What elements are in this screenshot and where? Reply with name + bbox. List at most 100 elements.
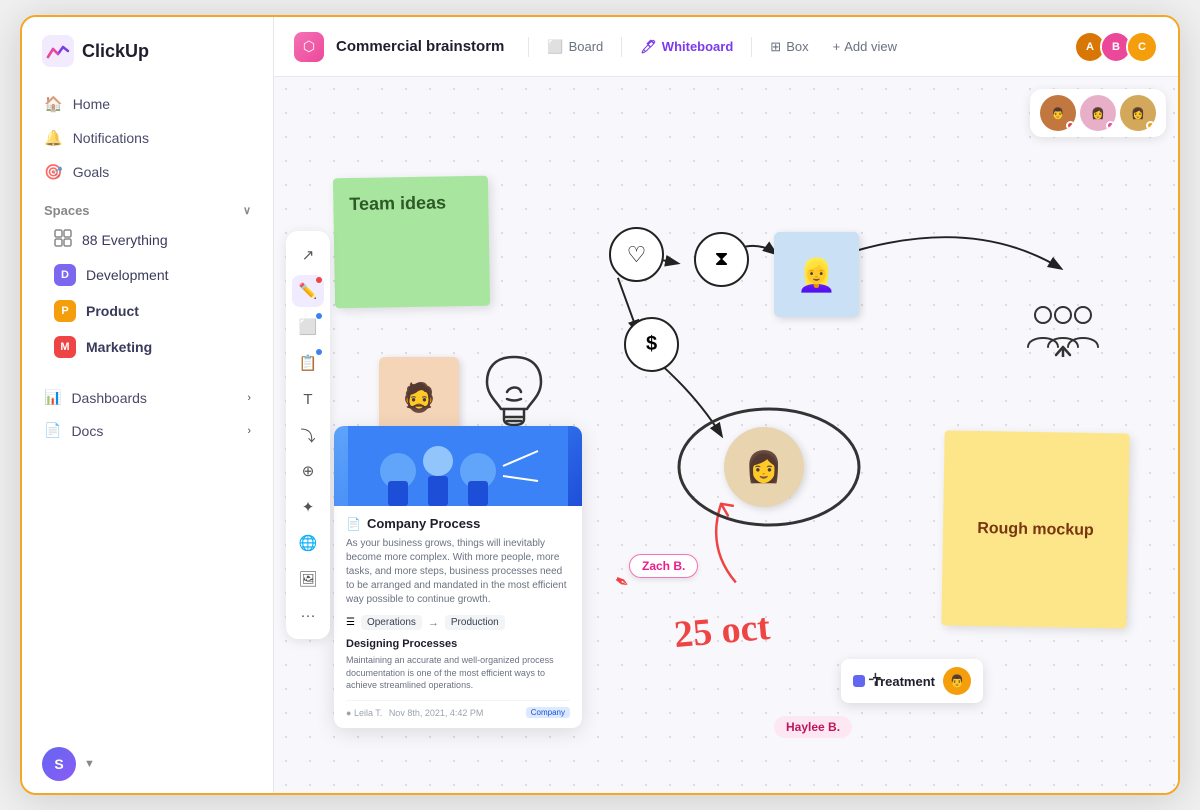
tab-box[interactable]: ⊞ Box — [760, 34, 818, 60]
user1-status-dot — [1066, 121, 1075, 130]
card-title-row: 📄 Company Process — [346, 516, 570, 531]
app-container: ClickUp 🏠 Home 🔔 Notifications 🎯 Goals S… — [20, 15, 1180, 795]
tab-whiteboard[interactable]: 🖊 Whiteboard — [630, 34, 743, 60]
mind-map-tool[interactable]: ⊕ — [292, 455, 324, 487]
card-badge: Company — [526, 707, 570, 718]
pencil-annotation: ✒ — [610, 570, 634, 596]
whiteboard-tab-icon: 🖊 — [640, 39, 657, 55]
card-sub-description: Maintaining an accurate and well-organiz… — [346, 654, 570, 692]
person-photo-2: 👱‍♀️ — [774, 232, 859, 317]
topbar: ⬡ Commercial brainstorm ⬜ Board 🖊 Whiteb… — [274, 17, 1178, 77]
tab-divider-3 — [751, 37, 752, 57]
user2-status-dot — [1106, 121, 1115, 130]
globe-tool[interactable]: 🌐 — [292, 527, 324, 559]
dashboards-chevron-icon: › — [247, 392, 251, 404]
development-dot: D — [54, 264, 76, 286]
view-tabs: ⬜ Board 🖊 Whiteboard ⊞ Box + Add view — [524, 34, 907, 60]
image-tool[interactable]: 🖼 — [292, 563, 324, 595]
draw-tool-indicator — [316, 277, 322, 283]
online-users-panel: 👨 👩 👩 — [1030, 89, 1166, 137]
sidebar-item-notifications[interactable]: 🔔 Notifications — [32, 121, 263, 155]
card-body: 📄 Company Process As your business grows… — [334, 506, 582, 728]
flow-arrow-icon: → — [428, 617, 439, 629]
user-profile-area[interactable]: S ▼ — [22, 735, 273, 793]
sidebar-item-everything[interactable]: 88 Everything — [32, 222, 263, 257]
tab-divider-2 — [621, 37, 622, 57]
dollar-icon-circle: $ — [624, 317, 679, 372]
main-area: ⬡ Commercial brainstorm ⬜ Board 🖊 Whiteb… — [274, 17, 1178, 793]
user-avatar[interactable]: S — [42, 747, 76, 781]
dashboards-icon: 📊 — [44, 389, 61, 406]
user3-status-dot — [1146, 121, 1155, 130]
tab-board[interactable]: ⬜ Board — [537, 34, 613, 60]
card-flow: ☰ Operations → Production — [346, 615, 570, 630]
text-tool[interactable]: T — [292, 383, 324, 415]
drawing-toolbar: ↗ ✏️ ⬜ 📋 T ⤵ ⊕ ✦ 🌐 🖼 ··· — [286, 231, 330, 639]
connector-tool[interactable]: ⤵ — [292, 419, 324, 451]
home-icon: 🏠 — [44, 95, 63, 113]
sidebar-item-goals[interactable]: 🎯 Goals — [32, 155, 263, 189]
project-title: Commercial brainstorm — [336, 38, 504, 55]
date-annotation: 25 oct — [672, 605, 772, 657]
collaborators-avatars: A B C — [1074, 31, 1158, 63]
docs-icon: 📄 — [44, 422, 61, 439]
sticky-note-rough-mockup[interactable]: Rough mockup — [941, 430, 1129, 628]
clickup-logo-icon — [42, 35, 74, 67]
add-view-button[interactable]: + Add view — [823, 34, 907, 59]
sidebar-item-development[interactable]: D Development — [32, 257, 263, 293]
sidebar-item-marketing[interactable]: M Marketing — [32, 329, 263, 365]
sticky-tool[interactable]: 📋 — [292, 347, 324, 379]
more-tool[interactable]: ··· — [292, 599, 324, 631]
spaces-list: 88 Everything D Development P Product M … — [22, 222, 273, 365]
marketing-dot: M — [54, 336, 76, 358]
cursor-tool[interactable]: ↗ — [292, 239, 324, 271]
author-dot: ● — [346, 708, 354, 718]
card-doc-icon: 📄 — [346, 517, 361, 531]
process-card[interactable]: 📄 Company Process As your business grows… — [334, 426, 582, 728]
tab-divider — [528, 37, 529, 57]
bell-icon: 🔔 — [44, 129, 63, 147]
sidebar-item-dashboards[interactable]: 📊 Dashboards › — [32, 381, 263, 414]
flow-to: Production — [445, 615, 505, 630]
spaces-section-header: Spaces ∨ — [22, 193, 273, 222]
sidebar-item-docs[interactable]: 📄 Docs › — [32, 414, 263, 447]
logo-text: ClickUp — [82, 41, 149, 62]
online-user-1: 👨 — [1040, 95, 1076, 131]
board-tab-icon: ⬜ — [547, 39, 563, 55]
treatment-avatar: 👨 — [943, 667, 971, 695]
person-photo-1: 🧔 — [379, 357, 459, 437]
treatment-box[interactable]: Treatment 👨 — [841, 659, 983, 703]
list-icon: ☰ — [346, 617, 355, 628]
online-user-2: 👩 — [1080, 95, 1116, 131]
card-description: As your business grows, things will inev… — [346, 537, 570, 607]
treatment-color-dot — [853, 675, 865, 687]
card-author: ● Leila T. Nov 8th, 2021, 4:42 PM — [346, 708, 483, 718]
flow-from: Operations — [361, 615, 422, 630]
persons-group-icon — [1023, 297, 1103, 362]
sticky-note-team-ideas[interactable]: Team ideas — [333, 176, 490, 309]
heart-icon-circle: ♡ — [609, 227, 664, 282]
user-chevron-icon: ▼ — [84, 758, 95, 770]
move-cursor-icon: ⊹ — [868, 669, 883, 690]
card-footer: ● Leila T. Nov 8th, 2021, 4:42 PM Compan… — [346, 700, 570, 718]
shapes-indicator — [316, 313, 322, 319]
sidebar-bottom-nav: 📊 Dashboards › 📄 Docs › — [22, 377, 273, 451]
card-sub-title: Designing Processes — [346, 638, 570, 650]
collaborator-avatar-3: C — [1126, 31, 1158, 63]
spaces-chevron-icon: ∨ — [243, 204, 251, 217]
shapes-tool[interactable]: ⬜ — [292, 311, 324, 343]
draw-tool[interactable]: ✏️ — [292, 275, 324, 307]
label-zach: Zach B. — [629, 554, 698, 578]
project-icon: ⬡ — [294, 32, 324, 62]
card-image — [334, 426, 582, 506]
main-nav: 🏠 Home 🔔 Notifications 🎯 Goals — [22, 83, 273, 193]
label-haylee: Haylee B. — [774, 716, 852, 738]
sidebar-item-product[interactable]: P Product — [32, 293, 263, 329]
magic-tool[interactable]: ✦ — [292, 491, 324, 523]
logo-area: ClickUp — [22, 17, 273, 83]
whiteboard-canvas[interactable]: ↗ ✏️ ⬜ 📋 T ⤵ ⊕ ✦ 🌐 🖼 ··· — [274, 77, 1178, 793]
plus-icon: + — [833, 39, 841, 54]
sidebar-item-home[interactable]: 🏠 Home — [32, 87, 263, 121]
hourglass-icon-circle: ⧗ — [694, 232, 749, 287]
person-photo-3: 👩 — [724, 427, 804, 507]
